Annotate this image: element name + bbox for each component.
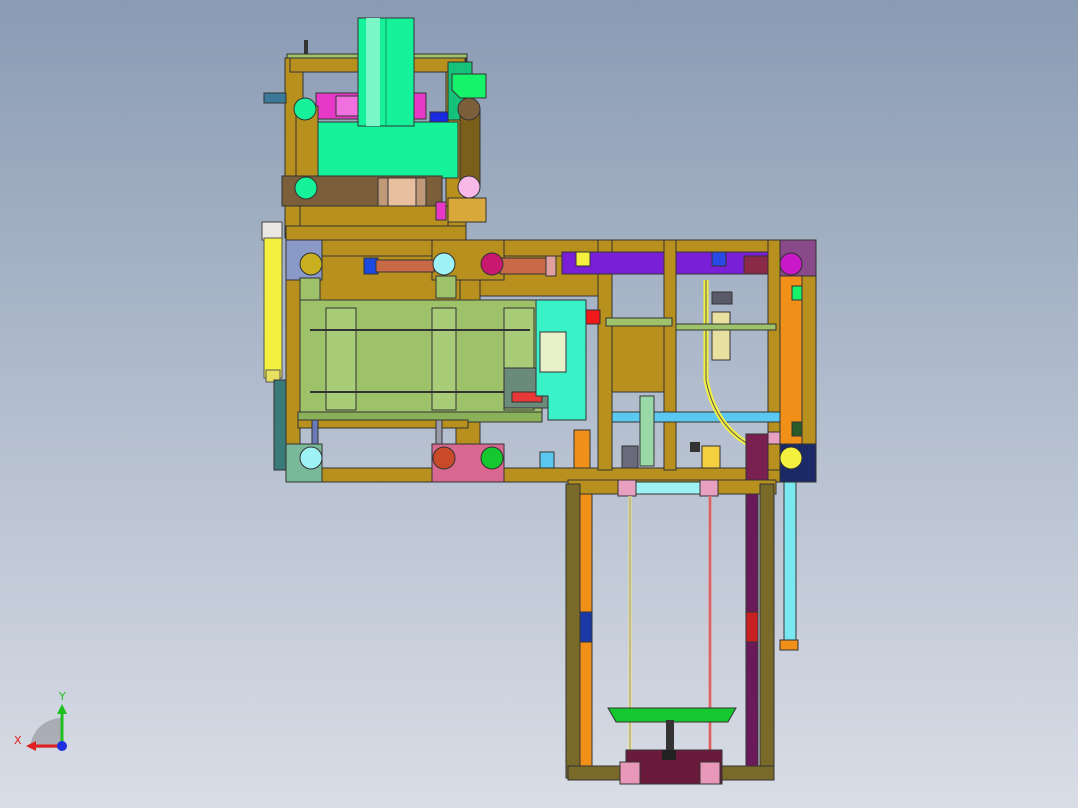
corner-circle — [779, 252, 803, 276]
right-cyan-cylinder — [779, 481, 799, 651]
left-yellow-cylinder — [261, 221, 283, 383]
green-plate-area — [297, 275, 549, 445]
corner-circle — [432, 446, 456, 470]
lower-lift-frame — [565, 479, 777, 785]
corner-circle — [432, 252, 456, 276]
corner-circle — [779, 446, 803, 470]
corner-circle — [299, 446, 323, 470]
upper-press-assembly — [263, 17, 487, 241]
axis-triad: Y X — [14, 690, 67, 751]
corner-circle — [480, 252, 504, 276]
corner-circle — [299, 252, 323, 276]
x-axis-label: X — [14, 734, 22, 747]
mold-insert — [539, 331, 567, 373]
red-block — [585, 309, 601, 325]
cad-viewport[interactable]: Y X — [0, 0, 1078, 808]
corner-circle — [480, 446, 504, 470]
y-axis-label: Y — [58, 690, 66, 703]
